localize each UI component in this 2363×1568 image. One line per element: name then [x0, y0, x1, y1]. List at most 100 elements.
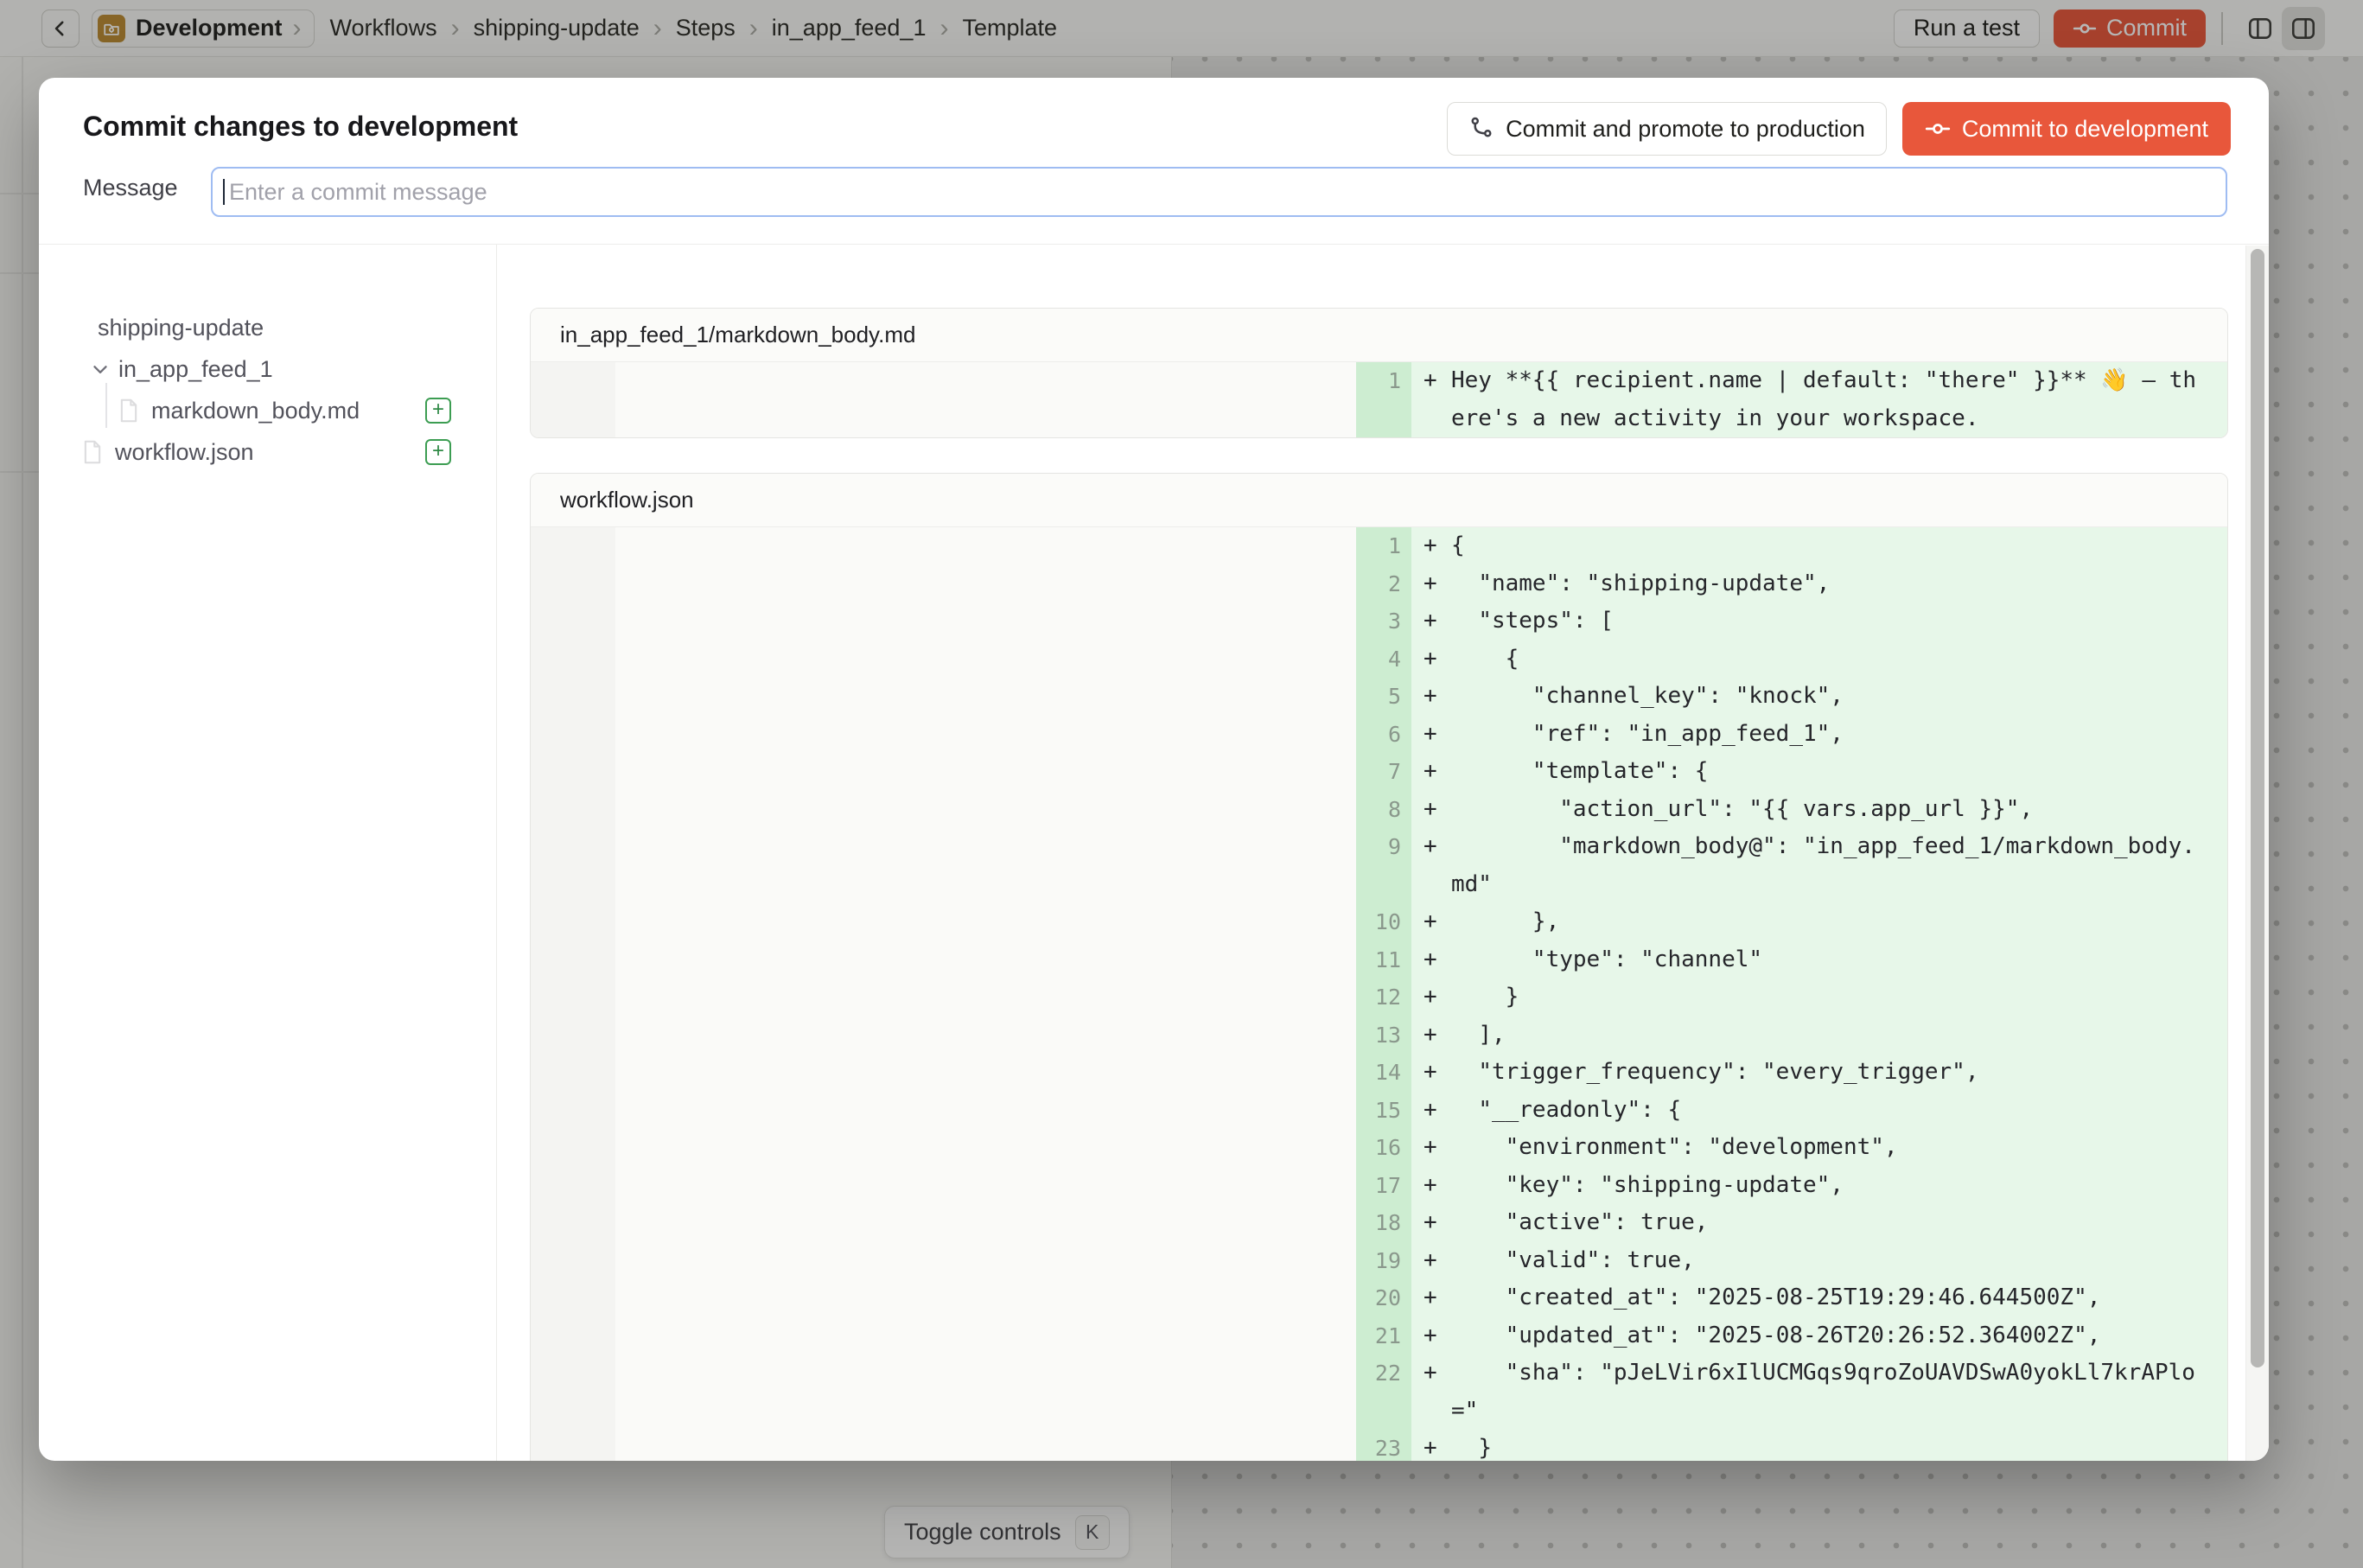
code-text: "created_at": "2025-08-25T19:29:46.64450…: [1451, 1279, 2200, 1317]
diff-plus-sign: +: [1411, 1054, 1451, 1092]
file-icon: [82, 440, 103, 464]
added-line: + }: [1411, 978, 2227, 1017]
tree-file-markdown-body[interactable]: markdown_body.md: [118, 390, 360, 431]
old-line-gutter: [531, 1054, 615, 1092]
code-text: "valid": true,: [1451, 1242, 2200, 1280]
code-text: },: [1451, 903, 2200, 941]
diff-line: 6 + "ref": "in_app_feed_1",: [531, 716, 2227, 754]
added-line: + "name": "shipping-update",: [1411, 565, 2227, 603]
added-line: + "key": "shipping-update",: [1411, 1167, 2227, 1205]
tree-file-workflow-json[interactable]: workflow.json: [82, 431, 254, 473]
modal-scrollbar-thumb[interactable]: [2251, 249, 2264, 1367]
code-text: "updated_at": "2025-08-26T20:26:52.36400…: [1451, 1317, 2200, 1355]
old-line-content: [615, 1017, 1356, 1055]
old-line-content: [615, 1129, 1356, 1167]
code-text: }: [1451, 978, 2200, 1017]
old-line-content: [615, 678, 1356, 716]
old-line-gutter: [531, 1204, 615, 1242]
stage-file-button-markdown[interactable]: +: [425, 398, 451, 424]
diff-line: 8 + "action_url": "{{ vars.app_url }}",: [531, 791, 2227, 829]
added-line: + "steps": [: [1411, 602, 2227, 641]
stage-file-button-workflow-json[interactable]: +: [425, 439, 451, 465]
code-text: "template": {: [1451, 753, 2200, 791]
new-line-number: 11: [1356, 941, 1411, 979]
commit-changes-modal: Commit changes to development Commit and…: [39, 78, 2269, 1461]
diff-viewer: in_app_feed_1/markdown_body.md 1 + Hey *…: [497, 245, 2269, 1461]
diff-line: 4 + {: [531, 641, 2227, 679]
old-line-gutter: [531, 1317, 615, 1355]
plus-icon: +: [432, 441, 444, 462]
diff-plus-sign: +: [1411, 362, 1451, 400]
diff-plus-sign: +: [1411, 941, 1451, 979]
old-line-gutter: [531, 941, 615, 979]
old-line-gutter: [531, 828, 615, 903]
diff-line: 20 + "created_at": "2025-08-25T19:29:46.…: [531, 1279, 2227, 1317]
git-merge-icon: [1468, 116, 1494, 142]
commit-icon: [1925, 116, 1951, 142]
new-line-number: 12: [1356, 978, 1411, 1017]
diff-filename: in_app_feed_1/markdown_body.md: [531, 309, 2227, 362]
added-line: + },: [1411, 903, 2227, 941]
diff-plus-sign: +: [1411, 1129, 1451, 1167]
old-line-content: [615, 791, 1356, 829]
diff-filename: workflow.json: [531, 474, 2227, 527]
code-text: ],: [1451, 1017, 2200, 1055]
diff-line: 5 + "channel_key": "knock",: [531, 678, 2227, 716]
commit-and-promote-button[interactable]: Commit and promote to production: [1447, 102, 1887, 156]
old-line-gutter: [531, 1017, 615, 1055]
diff-line: 11 + "type": "channel": [531, 941, 2227, 979]
old-line-gutter: [531, 565, 615, 603]
diff-line: 12 + }: [531, 978, 2227, 1017]
file-icon: [118, 398, 139, 423]
new-line-number: 17: [1356, 1167, 1411, 1205]
added-line: + "type": "channel": [1411, 941, 2227, 979]
diff-line: 21 + "updated_at": "2025-08-26T20:26:52.…: [531, 1317, 2227, 1355]
added-line: + "channel_key": "knock",: [1411, 678, 2227, 716]
commit-message-input[interactable]: [211, 167, 2227, 217]
new-line-number: 14: [1356, 1054, 1411, 1092]
diff-card-markdown-body: in_app_feed_1/markdown_body.md 1 + Hey *…: [530, 308, 2228, 438]
diff-line: 3 + "steps": [: [531, 602, 2227, 641]
diff-plus-sign: +: [1411, 1242, 1451, 1280]
added-line: + "active": true,: [1411, 1204, 2227, 1242]
diff-plus-sign: +: [1411, 903, 1451, 941]
added-line: + "trigger_frequency": "every_trigger",: [1411, 1054, 2227, 1092]
tree-root-workflow[interactable]: shipping-update: [98, 307, 264, 348]
code-text: "channel_key": "knock",: [1451, 678, 2200, 716]
old-line-content: [615, 1279, 1356, 1317]
old-line-content: [615, 1317, 1356, 1355]
diff-plus-sign: +: [1411, 527, 1451, 565]
old-line-gutter: [531, 678, 615, 716]
added-line: + "created_at": "2025-08-25T19:29:46.644…: [1411, 1279, 2227, 1317]
old-line-gutter: [531, 1279, 615, 1317]
text-caret: [223, 179, 225, 205]
diff-line: 2 + "name": "shipping-update",: [531, 565, 2227, 603]
old-line-content: [615, 1430, 1356, 1461]
code-text: {: [1451, 527, 2200, 565]
tree-folder-step[interactable]: in_app_feed_1: [89, 348, 273, 390]
new-line-number: 3: [1356, 602, 1411, 641]
commit-to-development-button[interactable]: Commit to development: [1902, 102, 2231, 156]
new-line-number: 21: [1356, 1317, 1411, 1355]
diff-line: 9 + "markdown_body@": "in_app_feed_1/mar…: [531, 828, 2227, 903]
code-text: "__readonly": {: [1451, 1092, 2200, 1130]
diff-plus-sign: +: [1411, 1204, 1451, 1242]
code-text: "sha": "pJeLVir6xIlUCMGqs9qroZoUAVDSwA0y…: [1451, 1354, 2200, 1430]
diff-line: 10 + },: [531, 903, 2227, 941]
old-line-content: [615, 941, 1356, 979]
old-line-content: [615, 753, 1356, 791]
old-line-gutter: [531, 1354, 615, 1430]
added-line: + "environment": "development",: [1411, 1129, 2227, 1167]
code-text: "markdown_body@": "in_app_feed_1/markdow…: [1451, 828, 2200, 903]
old-line-content: [615, 978, 1356, 1017]
diff-line: 18 + "active": true,: [531, 1204, 2227, 1242]
old-line-gutter: [531, 1167, 615, 1205]
diff-line: 1 + Hey **{{ recipient.name | default: "…: [531, 362, 2227, 437]
new-line-number: 5: [1356, 678, 1411, 716]
old-line-content: [615, 828, 1356, 903]
diff-line: 19 + "valid": true,: [531, 1242, 2227, 1280]
new-line-number: 4: [1356, 641, 1411, 679]
old-line-content: [615, 362, 1356, 437]
diff-plus-sign: +: [1411, 602, 1451, 641]
new-line-number: 18: [1356, 1204, 1411, 1242]
